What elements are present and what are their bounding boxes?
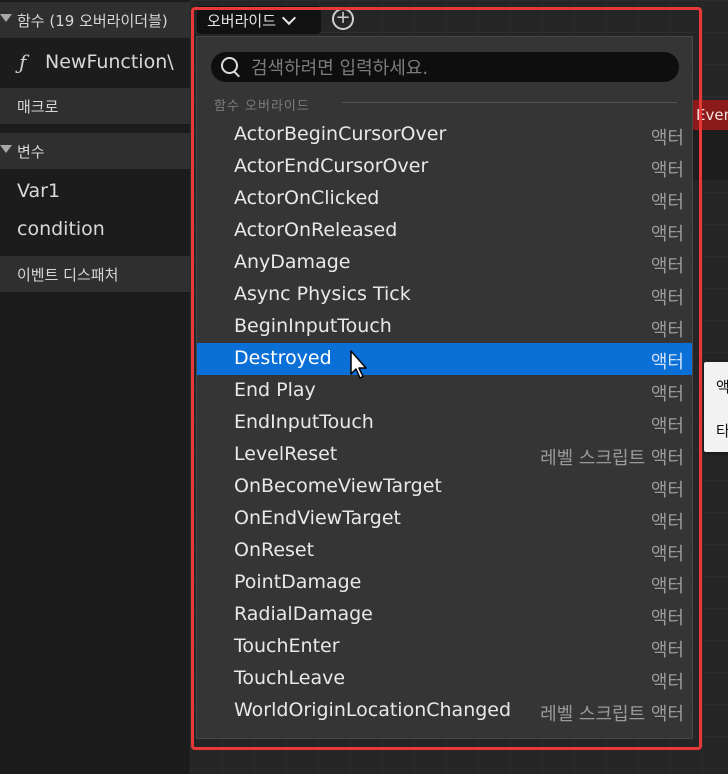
- dispatchers-section-header[interactable]: 이벤트 디스패처: [0, 256, 190, 292]
- override-item-name: TouchLeave: [234, 667, 346, 689]
- override-item[interactable]: LevelReset 레벨 스크립트 액터: [197, 439, 692, 471]
- override-item-category: 액터: [650, 512, 684, 533]
- override-item-name: WorldOriginLocationChanged: [234, 699, 512, 721]
- override-item-name: LevelReset: [234, 443, 338, 465]
- override-item-category: 액터: [650, 384, 684, 405]
- override-item-name: PointDamage: [234, 571, 362, 593]
- override-item[interactable]: BeginInputTouch 액터: [197, 311, 692, 343]
- function-icon: ƒ: [19, 50, 27, 74]
- override-list: ActorBeginCursorOver 액터 ActorEndCursorOver…: [197, 119, 692, 727]
- override-item[interactable]: End Play 액터: [197, 375, 692, 407]
- search-box[interactable]: [211, 52, 679, 84]
- override-item-category: 액터: [650, 416, 684, 437]
- override-item-name: TouchEnter: [234, 635, 340, 657]
- override-item-category: 레벨 스크립트 액터: [540, 704, 684, 725]
- variable-item-var1[interactable]: Var1: [17, 180, 60, 202]
- override-item[interactable]: OnReset 액터: [197, 535, 692, 567]
- override-item-category: 액터: [650, 224, 684, 245]
- override-item-name: EndInputTouch: [234, 411, 374, 433]
- context-menu-item[interactable]: 액: [716, 376, 728, 397]
- override-item-name: ActorEndCursorOver: [234, 155, 429, 177]
- override-item-name: End Play: [234, 379, 316, 401]
- search-icon: [221, 57, 238, 74]
- override-item-category: 레벨 스크립트 액터: [540, 448, 684, 469]
- override-item-category: 액터: [650, 256, 684, 277]
- override-item-name: Destroyed: [234, 347, 332, 369]
- override-item[interactable]: OnBecomeViewTarget 액터: [197, 471, 692, 503]
- caret-down-icon: [0, 145, 12, 153]
- search-input[interactable]: [249, 52, 673, 84]
- override-item-category: 액터: [650, 576, 684, 597]
- override-item-name: ActorBeginCursorOver: [234, 123, 447, 145]
- override-item[interactable]: ActorBeginCursorOver 액터: [197, 119, 692, 151]
- override-label: 오버라이드: [207, 11, 277, 30]
- override-item[interactable]: PointDamage 액터: [197, 567, 692, 599]
- context-menu: 액 타: [704, 362, 728, 452]
- override-item[interactable]: TouchEnter 액터: [197, 631, 692, 663]
- macros-section-header[interactable]: 매크로: [0, 88, 190, 124]
- dispatchers-header-label: 이벤트 디스패처: [17, 265, 119, 284]
- override-item-name: AnyDamage: [234, 251, 351, 273]
- functions-header-label: 함수 (19 오버라이더블): [17, 11, 168, 30]
- override-item-category: 액터: [650, 480, 684, 501]
- override-item-name: OnEndViewTarget: [234, 507, 401, 529]
- override-item-name: OnBecomeViewTarget: [234, 475, 442, 497]
- override-item-category: 액터: [650, 288, 684, 309]
- variable-item-condition[interactable]: condition: [17, 218, 105, 240]
- override-item-category: 액터: [650, 544, 684, 565]
- category-label: 함수 오버라이드: [214, 99, 310, 114]
- override-item-name: ActorOnClicked: [234, 187, 380, 209]
- override-item[interactable]: ActorOnReleased 액터: [197, 215, 692, 247]
- override-item-name: BeginInputTouch: [234, 315, 392, 337]
- override-item-category: 액터: [650, 192, 684, 213]
- override-item[interactable]: Destroyed 액터: [197, 343, 692, 375]
- mouse-cursor-icon: [350, 350, 367, 379]
- override-item[interactable]: ActorEndCursorOver 액터: [197, 151, 692, 183]
- override-dropdown[interactable]: 오버라이드: [197, 6, 321, 34]
- override-item-category: 액터: [650, 608, 684, 629]
- override-item[interactable]: EndInputTouch 액터: [197, 407, 692, 439]
- override-item[interactable]: TouchLeave 액터: [197, 663, 692, 695]
- override-item[interactable]: OnEndViewTarget 액터: [197, 503, 692, 535]
- override-item-category: 액터: [650, 128, 684, 149]
- override-item-category: 액터: [650, 352, 684, 373]
- event-node-body[interactable]: [692, 130, 728, 180]
- override-item-name: RadialDamage: [234, 603, 373, 625]
- variables-section-header[interactable]: 변수: [0, 133, 190, 169]
- override-item-category: 액터: [650, 160, 684, 181]
- override-item[interactable]: AnyDamage 액터: [197, 247, 692, 279]
- override-item[interactable]: WorldOriginLocationChanged 레벨 스크립트 액터: [197, 695, 692, 727]
- override-item[interactable]: Async Physics Tick 액터: [197, 279, 692, 311]
- override-item-category: 액터: [650, 320, 684, 341]
- plus-circle-icon[interactable]: +: [332, 8, 354, 30]
- override-item-category: 액터: [650, 640, 684, 661]
- override-popup: 함수 오버라이드 ActorBeginCursorOver액터ActorEndC…: [196, 36, 693, 739]
- function-item[interactable]: NewFunction\: [45, 51, 174, 73]
- override-item-name: ActorOnReleased: [234, 219, 398, 241]
- event-node[interactable]: Event: [692, 100, 728, 130]
- override-item-name: OnReset: [234, 539, 315, 561]
- override-item[interactable]: ActorOnClicked 액터: [197, 183, 692, 215]
- context-menu-item[interactable]: 타: [716, 420, 728, 441]
- chevron-down-icon: [281, 10, 297, 25]
- macros-header-label: 매크로: [17, 97, 59, 116]
- my-blueprint-panel: 함수 (19 오버라이더블) ƒ NewFunction\ 매크로 변수 Var…: [0, 0, 190, 774]
- event-node-title: Event: [696, 106, 728, 124]
- functions-section-header[interactable]: 함수 (19 오버라이더블): [0, 2, 190, 38]
- category-divider: [342, 102, 677, 103]
- override-item-category: 액터: [650, 672, 684, 693]
- caret-down-icon: [0, 14, 12, 22]
- override-item[interactable]: RadialDamage 액터: [197, 599, 692, 631]
- override-item-name: Async Physics Tick: [234, 283, 411, 305]
- variables-header-label: 변수: [17, 142, 45, 161]
